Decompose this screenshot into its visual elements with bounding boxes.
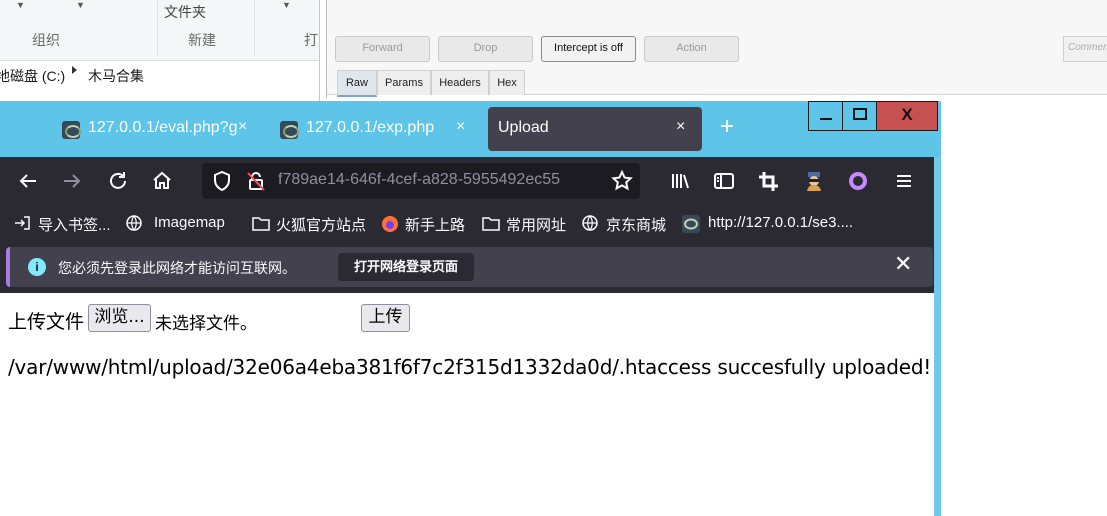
forward-button[interactable]: Forward [335, 36, 430, 62]
forward-icon[interactable] [58, 167, 86, 195]
breadcrumb-folder[interactable]: 木马合集 [88, 66, 144, 86]
close-tab-icon[interactable]: × [676, 118, 685, 136]
browse-button[interactable]: 浏览... [88, 304, 151, 332]
menu-icon[interactable] [890, 167, 918, 195]
ribbon-separator [254, 0, 255, 56]
burp-proxy-window: Forward Drop Intercept is off Action Com… [326, 0, 1107, 98]
folder-icon [482, 215, 500, 231]
tab-title: 127.0.0.1/eval.php?g [88, 119, 238, 136]
tab-hex[interactable]: Hex [489, 70, 525, 95]
extension-spy-icon[interactable] [800, 167, 828, 195]
firefox-window: 127.0.0.1/eval.php?g × 127.0.0.1/exp.php… [0, 101, 941, 516]
tab-title: Upload [498, 119, 549, 136]
ribbon-group-organize: 组织 [32, 32, 60, 48]
bookmark-star-icon[interactable] [608, 167, 636, 195]
intercept-toggle-button[interactable]: Intercept is off [541, 36, 636, 62]
upload-submit-button[interactable]: 上传 [361, 304, 410, 332]
dropdown-caret-icon[interactable]: ▼ [282, 0, 291, 10]
bookmarks-toolbar: 导入书签... Imagemap 火狐官方站点 新手上路 常用网址 京东商城 h… [0, 205, 934, 241]
explorer-address-bar[interactable]: 地磁盘 (C:) 木马合集 [0, 62, 319, 88]
notification-message: 您必须先登录此网络才能访问互联网。 [58, 260, 296, 276]
site-favicon-icon [62, 121, 81, 139]
tab-headers[interactable]: Headers [431, 70, 489, 95]
upload-result-message: /var/www/html/upload/32e06a4eba381f6f7c2… [8, 355, 932, 379]
tab-title: 127.0.0.1/exp.php [306, 119, 435, 136]
account-icon[interactable] [844, 167, 872, 195]
insecure-lock-icon[interactable] [242, 167, 270, 195]
url-bar[interactable]: f789ae14-646f-4cef-a828-5955492ec55 [202, 163, 640, 199]
tab-params[interactable]: Params [377, 70, 431, 95]
no-file-selected-text: 未选择文件。 [155, 314, 257, 334]
globe-icon [126, 215, 142, 231]
close-tab-icon[interactable]: × [238, 118, 247, 136]
firefox-logo-icon [381, 215, 398, 232]
close-tab-icon[interactable]: × [456, 118, 465, 136]
bookmark-imagemap[interactable]: Imagemap [154, 214, 225, 231]
open-login-page-button[interactable]: 打开网络登录页面 [338, 253, 474, 281]
library-icon[interactable] [666, 167, 694, 195]
tab-raw[interactable]: Raw [337, 70, 377, 97]
breadcrumb-chevron-icon[interactable] [72, 66, 77, 74]
tab-eval[interactable]: 127.0.0.1/eval.php?g × [62, 107, 262, 151]
file-explorer-window: ▼ ▼ 文件夹 ▼ 组织 新建 打 地磁盘 (C:) 木马合集 [0, 0, 320, 102]
bookmark-firefox-official[interactable]: 火狐官方站点 [276, 214, 366, 235]
burp-intercept-panel: Forward Drop Intercept is off Action Com… [327, 0, 1107, 97]
window-close-button[interactable]: X [876, 101, 938, 131]
ribbon-group-open: 打 [304, 32, 318, 48]
ribbon-folder-label[interactable]: 文件夹 [164, 2, 206, 22]
minimize-button[interactable] [808, 101, 844, 131]
ribbon-separator [157, 0, 158, 56]
dropdown-caret-icon[interactable]: ▼ [76, 0, 85, 10]
bookmark-jd[interactable]: 京东商城 [606, 214, 666, 235]
bookmark-import[interactable]: 导入书签... [38, 214, 111, 235]
dropdown-caret-icon[interactable]: ▼ [16, 0, 25, 10]
reload-icon[interactable] [104, 167, 132, 195]
site-favicon-icon [280, 121, 299, 139]
bookmark-common-sites[interactable]: 常用网址 [506, 214, 566, 235]
info-icon: i [28, 258, 46, 276]
import-icon [14, 215, 30, 231]
site-favicon-icon [682, 215, 700, 233]
ribbon-group-new: 新建 [188, 32, 216, 48]
new-tab-button[interactable]: + [720, 115, 734, 139]
url-text[interactable]: f789ae14-646f-4cef-a828-5955492ec55 [278, 171, 606, 189]
captive-portal-notification: i 您必须先登录此网络才能访问互联网。 打开网络登录页面 ✕ [0, 241, 934, 293]
home-icon[interactable] [148, 167, 176, 195]
drop-button[interactable]: Drop [438, 36, 533, 62]
bookmark-localhost[interactable]: http://127.0.0.1/se3.... [708, 214, 853, 231]
shield-icon[interactable] [208, 167, 236, 195]
folder-icon [252, 215, 270, 231]
close-icon[interactable]: ✕ [894, 251, 912, 277]
globe-icon [582, 215, 598, 231]
maximize-button[interactable] [842, 101, 878, 131]
tab-bar: 127.0.0.1/eval.php?g × 127.0.0.1/exp.php… [0, 101, 941, 157]
notification-bar: i 您必须先登录此网络才能访问互联网。 打开网络登录页面 ✕ [6, 247, 933, 287]
tab-upload-active[interactable]: Upload × [488, 107, 702, 151]
breadcrumb-drive[interactable]: 地磁盘 (C:) [0, 66, 65, 86]
upload-file-label: 上传文件 [8, 311, 85, 333]
action-button[interactable]: Action [644, 36, 739, 62]
sidebar-icon[interactable] [710, 167, 738, 195]
explorer-ribbon: ▼ ▼ 文件夹 ▼ 组织 新建 打 [0, 0, 319, 61]
screenshot-icon[interactable] [754, 167, 782, 195]
navigation-toolbar: f789ae14-646f-4cef-a828-5955492ec55 [0, 157, 934, 205]
page-content: 上传文件 浏览... 未选择文件。 上传 /var/www/html/uploa… [0, 293, 934, 516]
bookmark-getting-started[interactable]: 新手上路 [405, 214, 465, 235]
tab-exp[interactable]: 127.0.0.1/exp.php × [280, 107, 480, 151]
back-icon[interactable] [14, 167, 42, 195]
comment-field[interactable]: Comment [1063, 36, 1107, 62]
